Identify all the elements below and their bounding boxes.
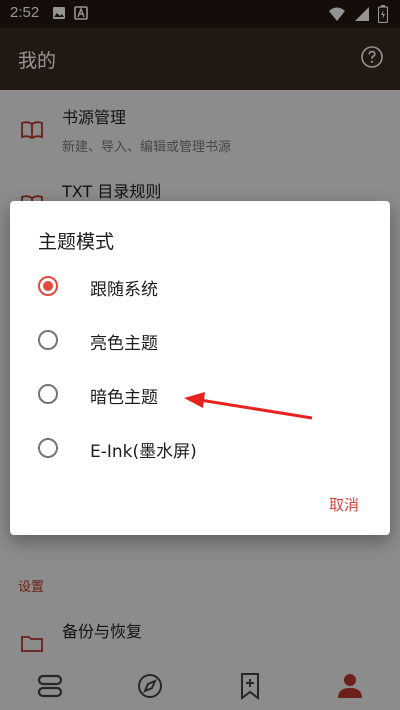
- option-label: 跟随系统: [90, 280, 158, 300]
- radio-button-checked[interactable]: [38, 276, 58, 296]
- theme-mode-dialog: 主题模式 跟随系统 亮色主题 暗色主题 E-Ink(墨水屏) 取消: [10, 201, 390, 535]
- radio-button[interactable]: [38, 384, 58, 404]
- option-label: E-Ink(墨水屏): [90, 442, 197, 462]
- option-follow-system[interactable]: 跟随系统: [10, 264, 390, 312]
- option-label: 亮色主题: [90, 334, 158, 354]
- option-light-theme[interactable]: 亮色主题: [10, 318, 390, 366]
- option-dark-theme[interactable]: 暗色主题: [10, 372, 390, 420]
- cancel-button[interactable]: 取消: [314, 489, 374, 521]
- radio-button[interactable]: [38, 438, 58, 458]
- dialog-title: 主题模式: [38, 231, 115, 253]
- option-e-ink[interactable]: E-Ink(墨水屏): [10, 426, 390, 474]
- option-label: 暗色主题: [90, 388, 158, 408]
- radio-button[interactable]: [38, 330, 58, 350]
